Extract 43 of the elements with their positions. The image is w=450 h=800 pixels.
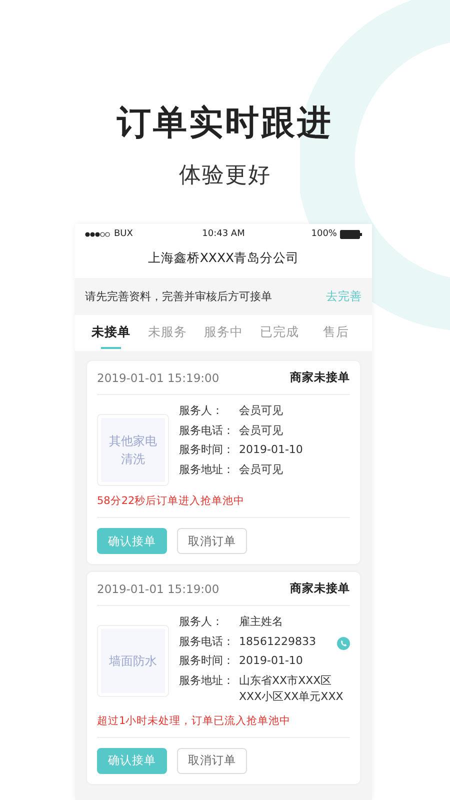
field-value: 山东省XX市XXX区XXX小区XX单元XXX: [239, 672, 344, 705]
order-time: 2019-01-01 15:19:00: [97, 582, 220, 596]
order-tab[interactable]: 售后: [308, 315, 364, 351]
phone-icon[interactable]: [337, 636, 350, 650]
notice-text: 请先完善资料，完善并审核后方可接单: [85, 289, 272, 304]
order-tab[interactable]: 已完成: [252, 315, 308, 351]
battery-icon: [340, 230, 362, 238]
order-tab[interactable]: 未服务: [139, 315, 196, 351]
screen-title: 上海鑫桥XXXX青岛分公司: [75, 244, 372, 278]
field-value: 会员可见: [239, 403, 284, 419]
field-value: 雇主姓名: [239, 614, 284, 630]
field-label: 服务地址：: [179, 672, 235, 688]
field-label: 服务人：: [179, 614, 224, 630]
cancel-button[interactable]: 取消订单: [177, 748, 247, 774]
clock: 10:43 AM: [202, 229, 245, 239]
cancel-button[interactable]: 取消订单: [177, 528, 247, 554]
field-label: 服务地址：: [179, 462, 235, 478]
subheadline: 体验更好: [179, 162, 271, 190]
warning-text: 58分22秒后订单进入抢单池中: [97, 490, 350, 518]
order-time: 2019-01-01 15:19:00: [97, 370, 220, 384]
confirm-button[interactable]: 确认接单: [97, 528, 167, 554]
warning-text: 超过1小时未处理，订单已流入抢单池中: [97, 710, 350, 738]
field-label: 服务时间：: [179, 653, 235, 669]
field-label: 服务人：: [179, 403, 224, 419]
field-value: 2019-01-10: [239, 442, 304, 458]
confirm-button[interactable]: 确认接单: [97, 748, 167, 774]
complete-profile-link[interactable]: 去完善: [326, 289, 362, 304]
field-label: 服务电话：: [179, 634, 235, 650]
field-value: 会员可见: [239, 462, 284, 478]
carrier-name: BUX: [114, 229, 133, 239]
field-value: 2019-01-10: [239, 653, 304, 669]
headline: 订单实时跟进: [117, 102, 333, 145]
category-label: 其他家电清洗: [101, 418, 165, 482]
order-status: 商家未接单: [290, 370, 350, 385]
signal-icon: [85, 232, 111, 236]
category-label: 墙面防水: [101, 629, 165, 693]
field-label: 服务时间：: [179, 442, 235, 458]
order-tab[interactable]: 服务中: [195, 315, 252, 351]
field-value: 会员可见: [239, 422, 284, 438]
field-label: 服务电话：: [179, 422, 235, 438]
order-status: 商家未接单: [290, 581, 350, 596]
field-value: 18561229833: [239, 634, 317, 650]
battery-percent: 100%: [311, 229, 337, 239]
